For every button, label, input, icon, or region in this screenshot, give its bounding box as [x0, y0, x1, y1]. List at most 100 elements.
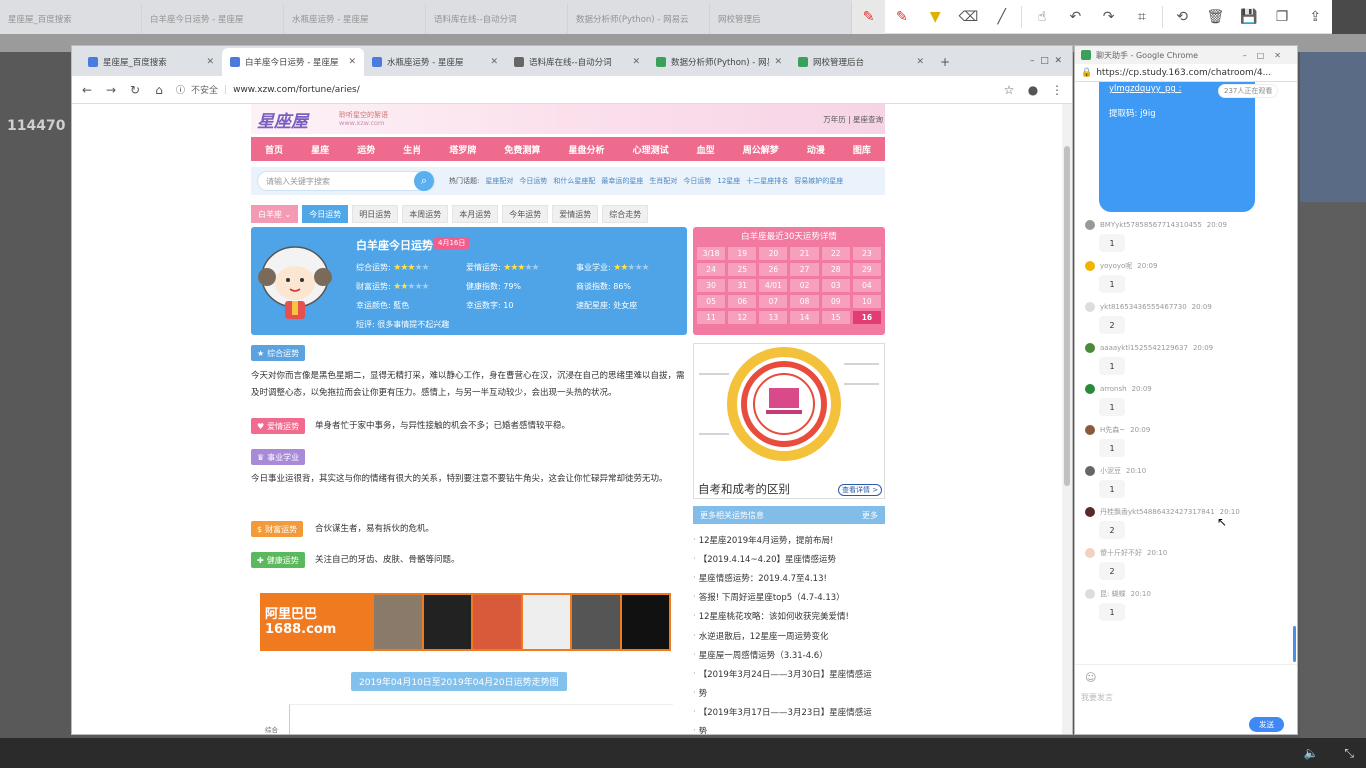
highlighter-icon[interactable]: ▼ [919, 0, 952, 34]
browser-tab[interactable]: 网校管理后台 ✕ [790, 48, 932, 76]
emoji-icon[interactable]: ☺ [1085, 671, 1096, 684]
window-controls-icon[interactable]: – □ ✕ [1030, 56, 1062, 66]
calendar-day[interactable]: 26 [759, 263, 788, 276]
close-icon[interactable]: ✕ [206, 57, 214, 67]
related-link[interactable]: 势 [693, 722, 885, 734]
calendar-day[interactable]: 11 [697, 311, 726, 324]
calendar-day[interactable]: 30 [697, 279, 726, 292]
calendar-day[interactable]: 21 [790, 247, 819, 260]
calendar-day[interactable]: 12 [728, 311, 757, 324]
nav-item[interactable]: 塔罗牌 [449, 143, 476, 156]
forward-icon[interactable]: → [104, 83, 118, 97]
hot-topic-link[interactable]: 十二星座排名 [746, 176, 788, 186]
fortune-tab[interactable]: 今日运势 [302, 205, 349, 223]
calendar-day[interactable]: 29 [852, 263, 881, 276]
hot-topic-link[interactable]: 今日运势 [519, 176, 547, 186]
close-icon[interactable]: ✕ [774, 57, 782, 67]
new-tab-icon[interactable]: + [938, 55, 952, 69]
related-link[interactable]: 12星座桃花攻略：该如何收获完美爱情! [693, 607, 885, 626]
hot-topic-link[interactable]: 最幸运的星座 [601, 176, 643, 186]
calendar-day[interactable]: 02 [790, 279, 819, 292]
chat-input-area[interactable]: ☺ 我要发言 发送 [1075, 664, 1297, 734]
nav-item[interactable]: 血型 [697, 143, 715, 156]
nav-item[interactable]: 首页 [265, 143, 283, 156]
redo-icon[interactable]: ↷ [1092, 0, 1125, 34]
promo-title[interactable]: 自考和成考的区别 [698, 481, 790, 497]
browser-tab[interactable]: 语料库在线--自动分词 ✕ [506, 48, 648, 76]
calendar-day[interactable]: 23 [852, 247, 881, 260]
fortune-tab[interactable]: 本月运势 [452, 205, 499, 223]
history-icon[interactable]: ⟲ [1166, 0, 1199, 34]
browser-tab[interactable]: 水瓶座运势 - 星座屋 ✕ [364, 48, 506, 76]
window-controls-icon[interactable]: –□✕ [1243, 51, 1291, 60]
pen-icon[interactable]: ✎ [885, 0, 918, 34]
select-icon[interactable]: ☝ [1025, 0, 1058, 34]
calendar-day[interactable]: 28 [821, 263, 850, 276]
nav-item[interactable]: 运势 [357, 143, 375, 156]
sign-select[interactable]: 白羊座 ⌄ [251, 205, 299, 223]
hot-topic-link[interactable]: 生肖配对 [649, 176, 677, 186]
fortune-tab[interactable]: 明日运势 [352, 205, 399, 223]
address-bar[interactable]: ⓘ 不安全 | www.xzw.com/fortune/aries/ [176, 83, 992, 97]
nav-item[interactable]: 动漫 [807, 143, 825, 156]
fullscreen-exit-icon[interactable]: ⤡ [1344, 746, 1354, 761]
chat-scrollbar[interactable] [1293, 626, 1296, 662]
hot-topic-link[interactable]: 容易嫉妒的星座 [794, 176, 843, 186]
related-link[interactable]: 12星座2019年4月运势，提前布局! [693, 530, 885, 549]
calendar-day[interactable]: 3/18 [697, 247, 726, 260]
calendar-day[interactable]: 15 [821, 311, 850, 324]
volume-icon[interactable]: 🔈 [1303, 746, 1318, 761]
save-icon[interactable]: 💾 [1232, 0, 1265, 34]
hot-topic-link[interactable]: 今日运势 [683, 176, 711, 186]
calendar-day[interactable]: 06 [728, 295, 757, 308]
home-icon[interactable]: ⌂ [152, 83, 166, 97]
crop-icon[interactable]: ⌗ [1125, 0, 1158, 34]
page-scrollbar-thumb[interactable] [1064, 146, 1070, 486]
related-link[interactable]: 【2019.4.14~4.20】星座情感运势 [693, 549, 885, 568]
reload-icon[interactable]: ↻ [128, 83, 142, 97]
calendar-day[interactable]: 4/01 [759, 279, 788, 292]
fortune-tab[interactable]: 今年运势 [502, 205, 549, 223]
nav-item[interactable]: 星座 [311, 143, 329, 156]
promo-detail-button[interactable]: 查看详情 > [838, 484, 883, 496]
calendar-day[interactable]: 16 [852, 311, 881, 324]
account-icon[interactable]: ● [1026, 83, 1040, 97]
nav-item[interactable]: 免费测算 [504, 143, 540, 156]
eraser-icon[interactable]: ⌫ [952, 0, 985, 34]
header-links[interactable]: 万年历 | 星座查询 [823, 114, 883, 125]
nav-item[interactable]: 图库 [853, 143, 871, 156]
calendar-day[interactable]: 08 [790, 295, 819, 308]
fortune-tab[interactable]: 综合走势 [602, 205, 649, 223]
search-input[interactable]: 请输入关键字搜索 ⌕ [257, 171, 435, 191]
nav-item[interactable]: 周公解梦 [743, 143, 779, 156]
nav-item[interactable]: 星盘分析 [569, 143, 605, 156]
fortune-tab[interactable]: 本周运势 [402, 205, 449, 223]
related-link[interactable]: 水逆退散后，12星座一周运势变化 [693, 626, 885, 645]
nav-item[interactable]: 生肖 [403, 143, 421, 156]
related-link[interactable]: 星座屋一周感情运势（3.31-4.6） [693, 645, 885, 664]
ad-banner[interactable]: 阿里巴巴 1688.com [260, 593, 671, 651]
search-icon[interactable]: ⌕ [414, 171, 434, 191]
browser-tab[interactable]: 数据分析师(Python) - 网易云 ✕ [648, 48, 790, 76]
copy-icon[interactable]: ❐ [1265, 0, 1298, 34]
close-icon[interactable]: ✕ [348, 57, 356, 67]
browser-tab[interactable]: 白羊座今日运势 - 星座屋 ✕ [222, 48, 364, 76]
close-icon[interactable]: ✕ [490, 57, 498, 67]
calendar-day[interactable]: 04 [852, 279, 881, 292]
delete-icon[interactable]: 🗑 [1199, 0, 1232, 34]
close-icon[interactable]: ✕ [916, 57, 924, 67]
nav-item[interactable]: 心理测试 [633, 143, 669, 156]
hot-topic-link[interactable]: 星座配对 [485, 176, 513, 186]
related-link[interactable]: 【2019年3月17日——3月23日】星座情感运 [693, 703, 885, 722]
calendar-day[interactable]: 27 [790, 263, 819, 276]
close-icon[interactable]: ✕ [632, 57, 640, 67]
promo-image[interactable] [693, 343, 885, 499]
back-icon[interactable]: ← [80, 83, 94, 97]
line-icon[interactable]: ╱ [985, 0, 1018, 34]
calendar-day[interactable]: 31 [728, 279, 757, 292]
share-icon[interactable]: ⇪ [1299, 0, 1332, 34]
menu-icon[interactable]: ⋮ [1050, 83, 1064, 97]
site-logo[interactable]: 星座屋 [257, 107, 308, 132]
fortune-tab[interactable]: 爱情运势 [552, 205, 599, 223]
bookmark-star-icon[interactable]: ☆ [1002, 83, 1016, 97]
